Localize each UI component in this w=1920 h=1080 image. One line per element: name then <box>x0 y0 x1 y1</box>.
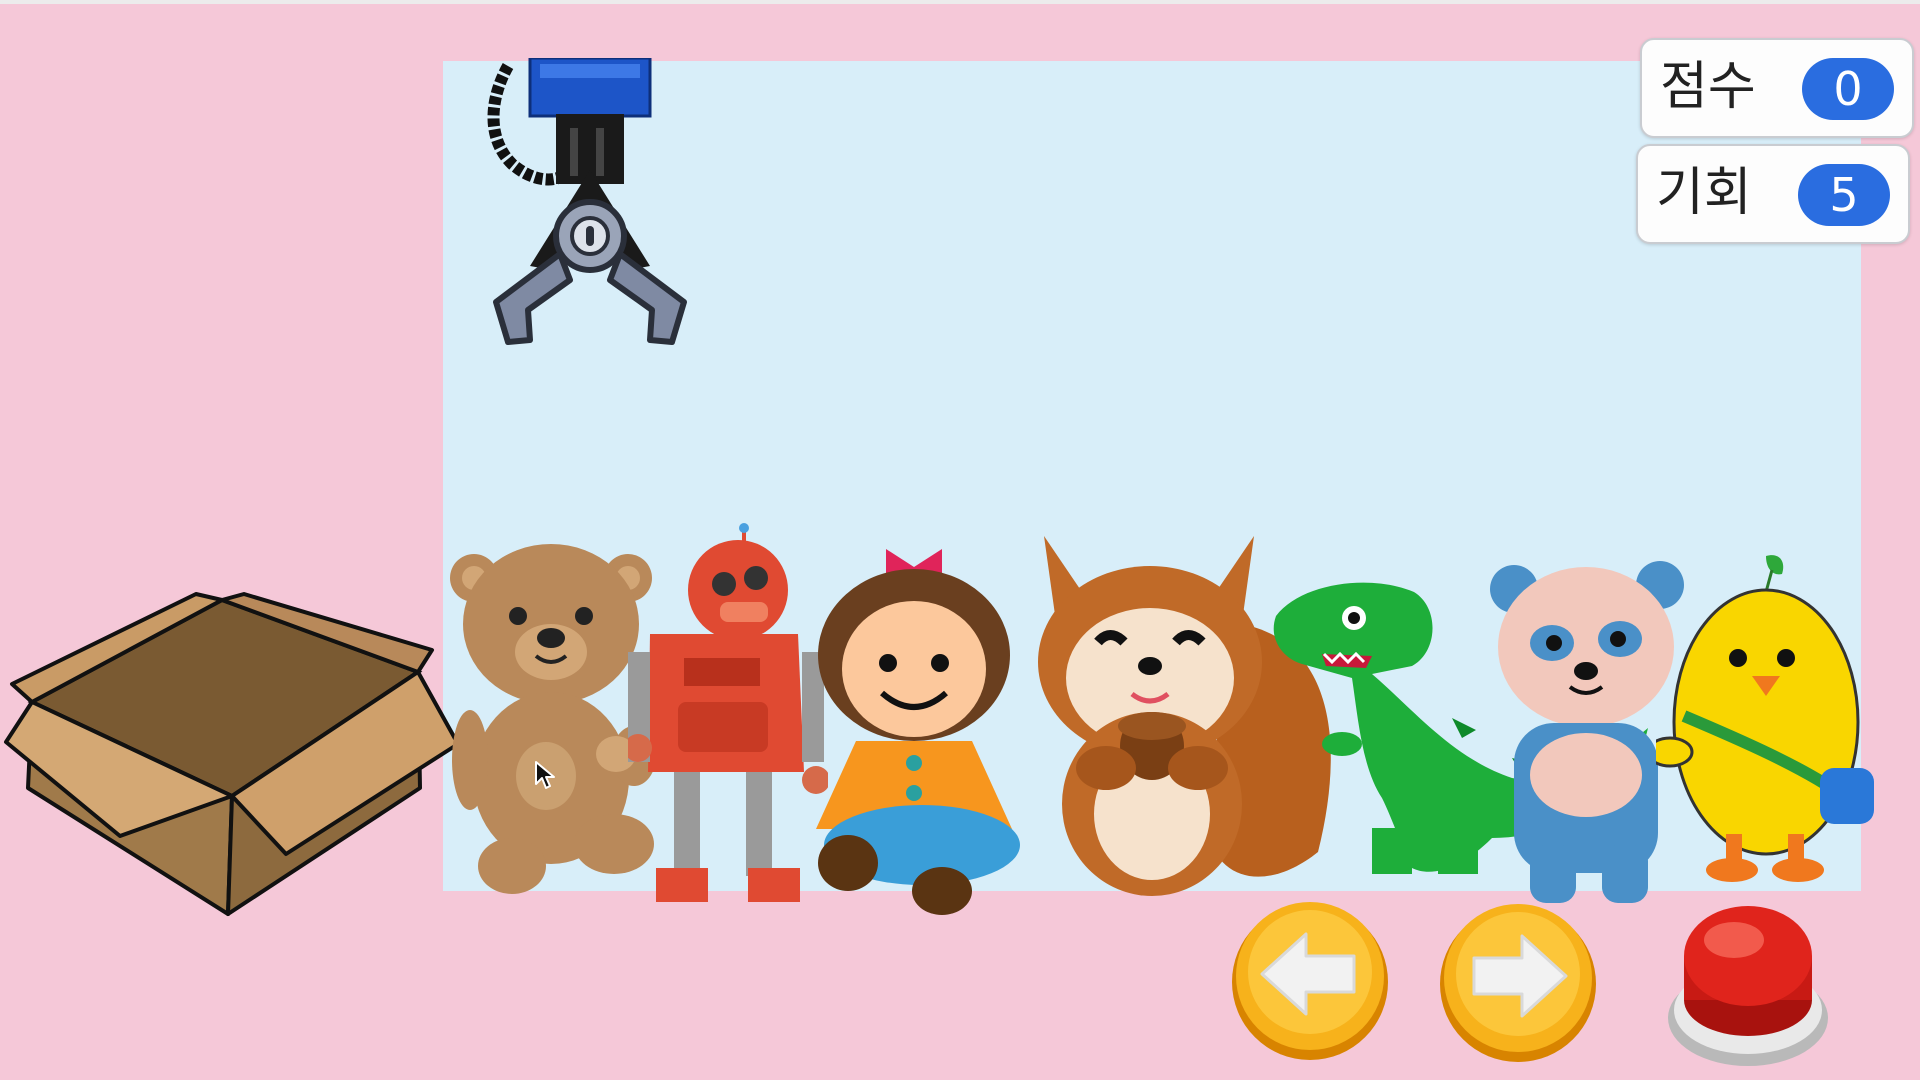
arrow-right-icon <box>1440 904 1596 1062</box>
mouse-cursor-icon <box>534 760 556 790</box>
toy-doll[interactable] <box>802 545 1022 915</box>
grab-button[interactable] <box>1664 900 1832 1070</box>
toy-robot[interactable] <box>628 522 828 912</box>
chances-panel: 기회 5 <box>1636 144 1910 244</box>
score-panel: 점수 0 <box>1640 38 1914 138</box>
robot-icon <box>628 523 828 902</box>
right-arrow-button[interactable] <box>1436 898 1600 1062</box>
red-grab-button-icon <box>1668 906 1828 1066</box>
window-top-strip <box>0 0 1920 4</box>
score-value-badge: 0 <box>1802 58 1894 120</box>
arrow-left-icon <box>1232 902 1388 1060</box>
doll-icon <box>816 549 1020 915</box>
score-label: 점수 <box>1660 57 1756 117</box>
toy-chick[interactable] <box>1656 552 1876 882</box>
claw-icon[interactable] <box>478 58 698 348</box>
chances-value-badge: 5 <box>1798 164 1890 226</box>
chances-label: 기회 <box>1656 163 1752 223</box>
chick-icon <box>1656 555 1874 882</box>
cardboard-box-icon <box>0 592 470 922</box>
left-arrow-button[interactable] <box>1228 896 1392 1060</box>
